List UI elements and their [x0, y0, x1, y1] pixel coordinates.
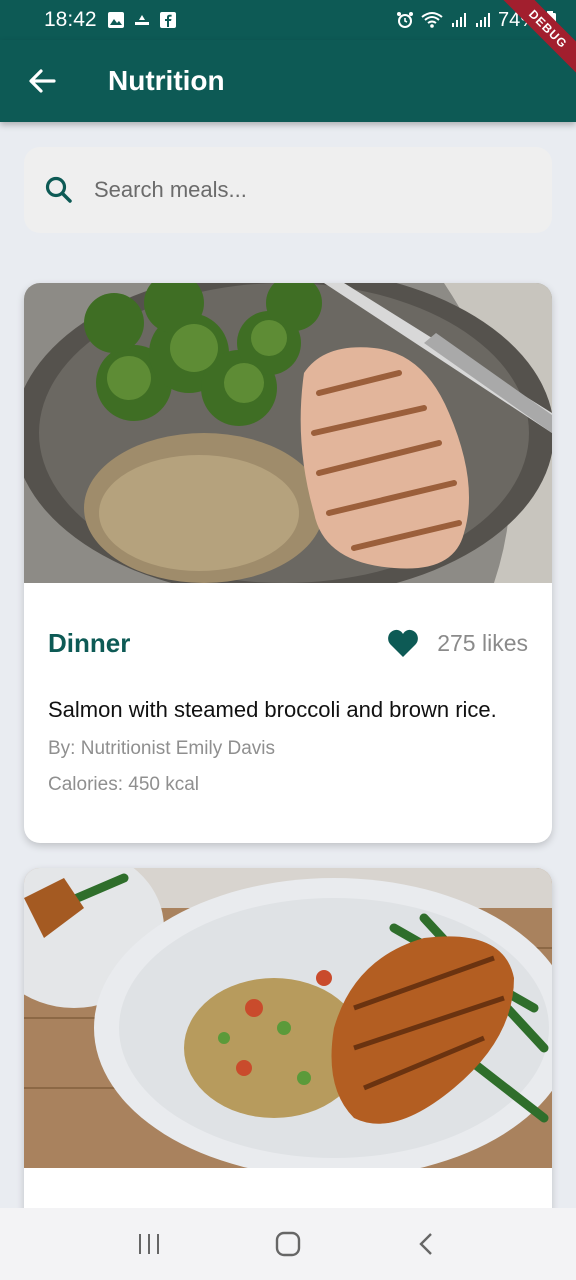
- meal-author: By: Nutritionist Emily Davis: [48, 738, 275, 759]
- page-title: Nutrition: [108, 65, 225, 96]
- likes-count: 275 likes: [437, 629, 528, 656]
- wifi-icon: [421, 12, 443, 28]
- arrow-back-icon: [29, 69, 56, 93]
- search-input[interactable]: [94, 177, 514, 203]
- like-section[interactable]: 275 likes: [387, 628, 528, 658]
- facebook-icon: [159, 12, 176, 28]
- status-bar: 18:42 74%: [0, 0, 576, 40]
- search-icon: [45, 176, 72, 203]
- signal-icon-2: [475, 13, 490, 27]
- meal-image: [24, 283, 552, 583]
- gallery-icon: [107, 12, 124, 28]
- meal-type: Dinner: [48, 627, 131, 658]
- meal-calories: Calories: 450 kcal: [48, 774, 200, 795]
- app-bar: Nutrition: [0, 40, 576, 122]
- signal-icon: [451, 13, 466, 27]
- home-icon: [275, 1231, 301, 1257]
- status-time: 18:42: [44, 8, 97, 31]
- home-button[interactable]: [258, 1214, 318, 1274]
- heart-icon[interactable]: [387, 628, 419, 658]
- search-bar[interactable]: [24, 147, 552, 233]
- cloud-upload-icon: [134, 15, 149, 25]
- meal-description: Salmon with steamed broccoli and brown r…: [48, 697, 497, 722]
- meal-card[interactable]: Dinner 275 likes Salmon with steamed bro…: [24, 283, 552, 843]
- meal-card[interactable]: [24, 868, 552, 1248]
- alarm-icon: [396, 12, 413, 28]
- back-button[interactable]: [0, 40, 84, 122]
- back-nav-button[interactable]: [397, 1214, 457, 1274]
- recent-apps-icon: [139, 1234, 160, 1254]
- system-nav-bar: [0, 1208, 576, 1280]
- meal-image: [24, 868, 552, 1168]
- chevron-left-icon: [418, 1233, 432, 1255]
- recent-apps-button[interactable]: [119, 1214, 179, 1274]
